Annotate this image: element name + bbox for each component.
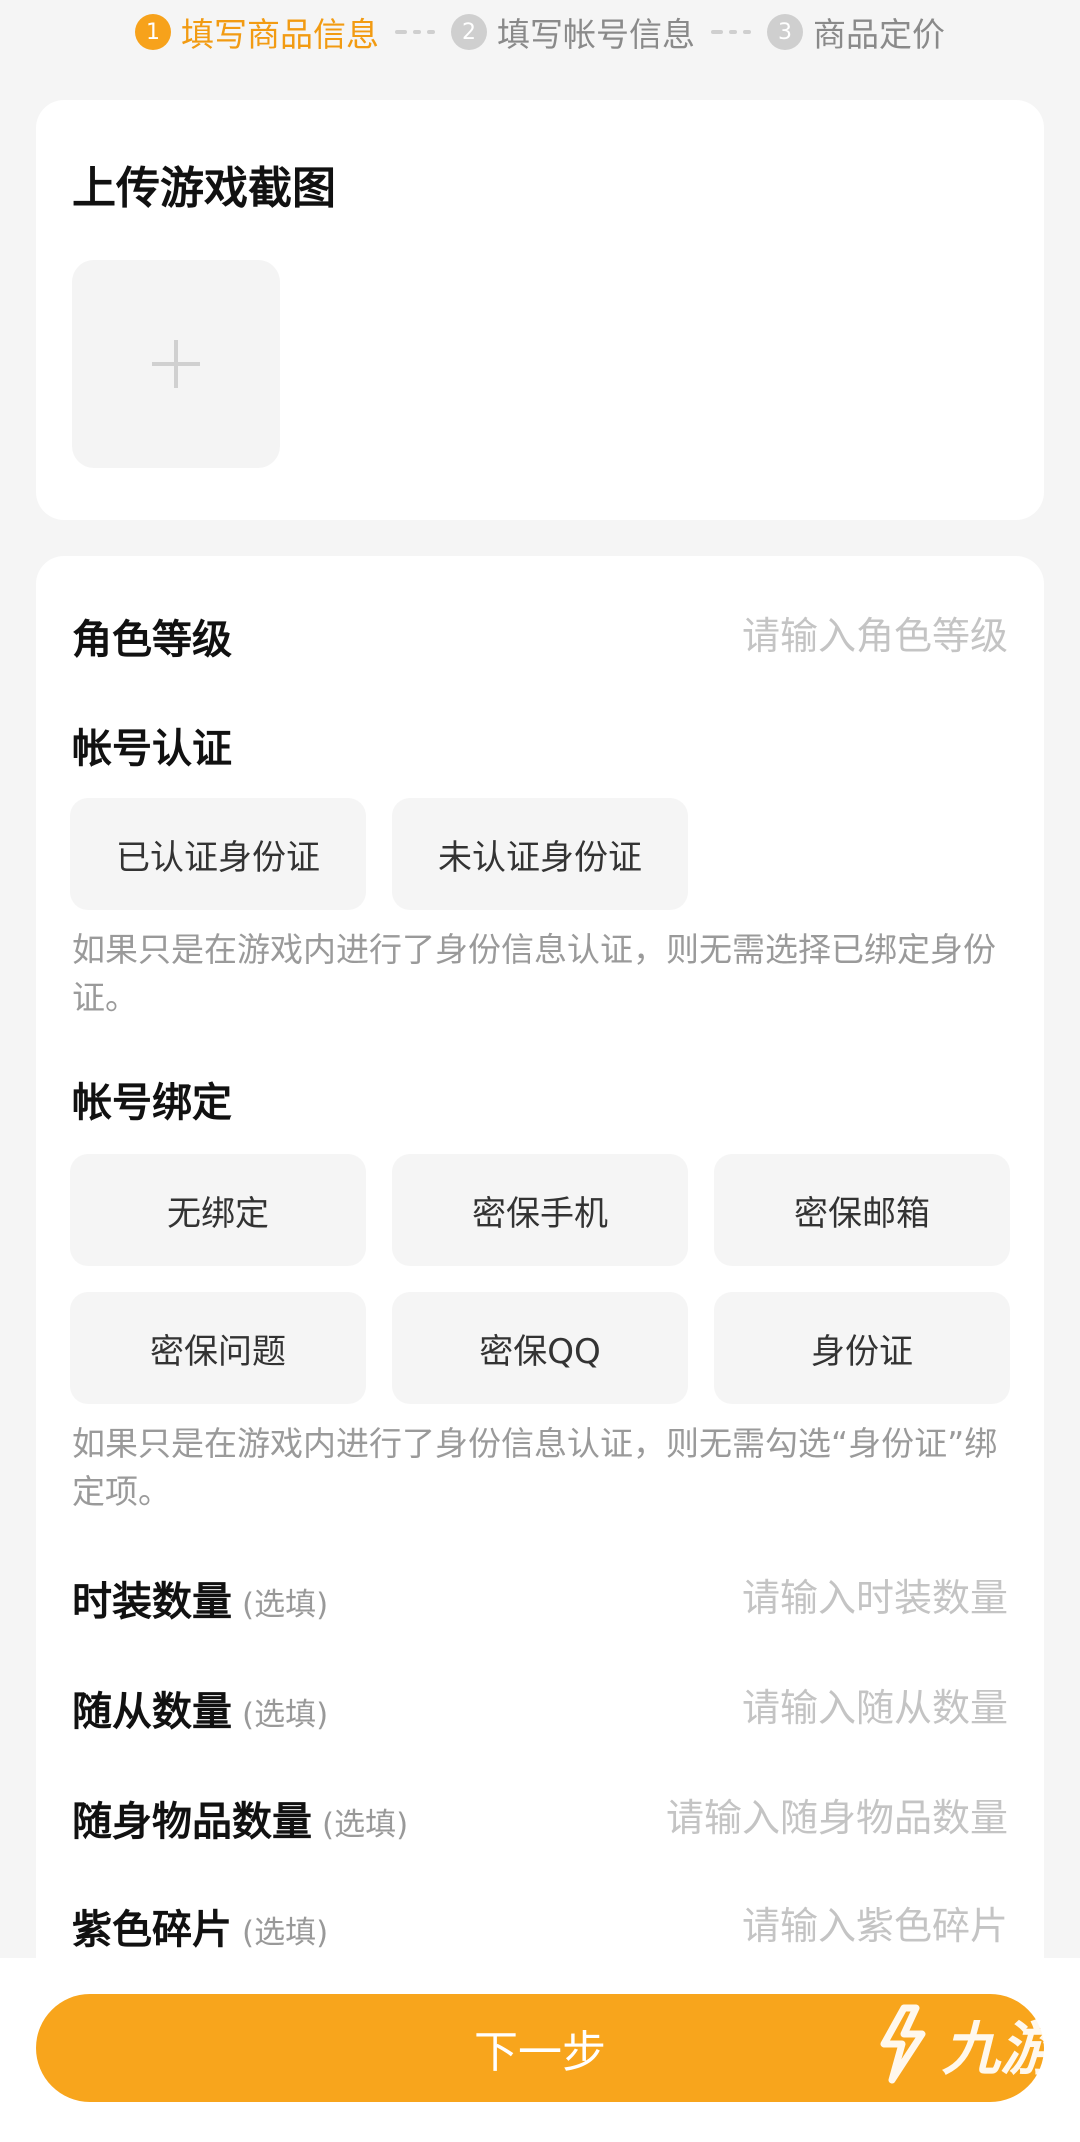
binding-hint: 如果只是在游戏内进行了身份信息认证，则无需勾选“身份证”绑定项。 bbox=[72, 1424, 998, 1511]
binding-phone-option[interactable]: 密保手机 bbox=[392, 1154, 688, 1266]
level-input[interactable] bbox=[548, 614, 1008, 658]
step-2-number: 2 bbox=[451, 14, 487, 50]
binding-label: 帐号绑定 bbox=[72, 1080, 232, 1126]
binding-none-option[interactable]: 无绑定 bbox=[70, 1154, 366, 1266]
optional-tag: (选填) bbox=[242, 1587, 329, 1623]
fashion-input[interactable] bbox=[548, 1576, 1008, 1620]
optional-tag: (选填) bbox=[322, 1807, 409, 1843]
fashion-label: 时装数量 (选填) bbox=[72, 1579, 329, 1625]
step-2-label: 填写帐号信息 bbox=[497, 15, 695, 54]
step-separator bbox=[395, 30, 435, 34]
items-label: 随身物品数量 (选填) bbox=[72, 1799, 409, 1845]
step-separator bbox=[711, 30, 751, 34]
auth-label: 帐号认证 bbox=[72, 726, 232, 772]
watermark-text: 九游 bbox=[941, 2015, 1058, 2083]
binding-idcard-option[interactable]: 身份证 bbox=[714, 1292, 1010, 1404]
auth-verified-option[interactable]: 已认证身份证 bbox=[70, 798, 366, 910]
binding-question-option[interactable]: 密保问题 bbox=[70, 1292, 366, 1404]
items-row: 随身物品数量 (选填) bbox=[72, 1788, 1008, 1848]
level-row: 角色等级 bbox=[72, 606, 1008, 666]
follower-input[interactable] bbox=[548, 1686, 1008, 1730]
upload-card: 上传游戏截图 bbox=[36, 100, 1044, 520]
upload-title: 上传游戏截图 bbox=[72, 163, 336, 214]
purple-row: 紫色碎片 (选填) bbox=[72, 1896, 1008, 1956]
fashion-row: 时装数量 (选填) bbox=[72, 1568, 1008, 1628]
bottom-bar: 下一步 九游 bbox=[0, 1958, 1080, 2142]
step-1: 1 填写商品信息 bbox=[135, 8, 379, 56]
follower-row: 随从数量 (选填) bbox=[72, 1678, 1008, 1738]
step-3: 3 商品定价 bbox=[767, 8, 945, 56]
step-2: 2 填写帐号信息 bbox=[451, 8, 695, 56]
binding-qq-option[interactable]: 密保QQ bbox=[392, 1292, 688, 1404]
purple-input[interactable] bbox=[548, 1904, 1008, 1948]
step-3-label: 商品定价 bbox=[813, 15, 945, 54]
next-step-label: 下一步 bbox=[474, 2027, 606, 2078]
auth-unverified-option[interactable]: 未认证身份证 bbox=[392, 798, 688, 910]
jiuyou-logo-icon bbox=[880, 2004, 926, 2084]
add-screenshot-button[interactable] bbox=[72, 260, 280, 468]
step-1-number: 1 bbox=[135, 14, 171, 50]
purple-label: 紫色碎片 (选填) bbox=[72, 1907, 329, 1953]
optional-tag: (选填) bbox=[242, 1697, 329, 1733]
level-label: 角色等级 bbox=[72, 617, 232, 663]
auth-hint: 如果只是在游戏内进行了身份信息认证，则无需选择已绑定身份证。 bbox=[72, 930, 996, 1017]
step-3-number: 3 bbox=[767, 14, 803, 50]
step-1-label: 填写商品信息 bbox=[181, 15, 379, 54]
follower-label: 随从数量 (选填) bbox=[72, 1689, 329, 1735]
optional-tag: (选填) bbox=[242, 1915, 329, 1951]
form-card: 角色等级 帐号认证 已认证身份证 未认证身份证 如果只是在游戏内进行了身份信息认… bbox=[36, 556, 1044, 2016]
binding-email-option[interactable]: 密保邮箱 bbox=[714, 1154, 1010, 1266]
items-input[interactable] bbox=[608, 1796, 1008, 1840]
watermark: 九游 bbox=[866, 2002, 1058, 2086]
progress-stepper: 1 填写商品信息 2 填写帐号信息 3 商品定价 bbox=[0, 0, 1080, 64]
